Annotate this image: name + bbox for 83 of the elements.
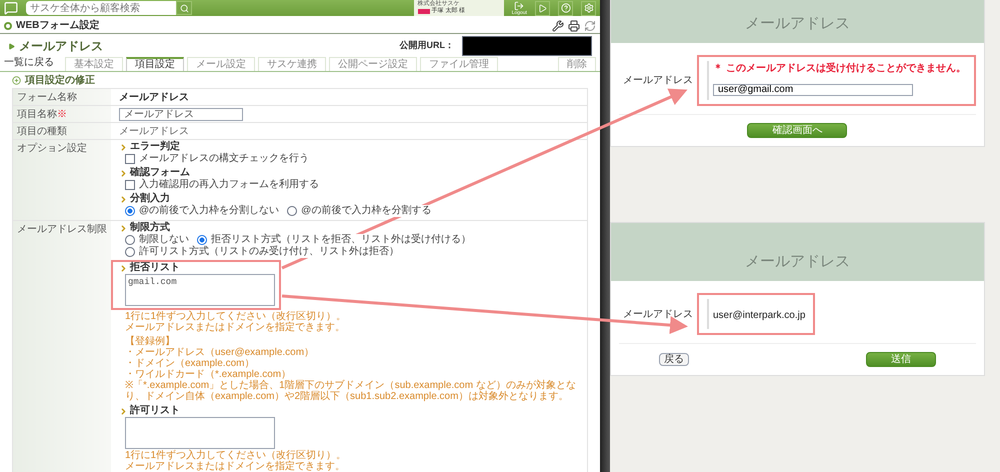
tab[interactable]: ファイル管理 [420, 57, 498, 71]
example-text: ・メールアドレス（user@example.com） [125, 347, 316, 358]
chevron-icon [119, 406, 128, 416]
role-badge [418, 9, 430, 14]
chat-icon[interactable] [4, 1, 18, 15]
chevron-icon [119, 142, 128, 152]
search-icon [180, 4, 188, 12]
settings-icon [584, 3, 594, 13]
group-title: 拒否リスト [130, 262, 180, 274]
example-heading: 【登録例】 [125, 336, 176, 347]
checkbox[interactable] [125, 180, 135, 190]
back-link[interactable]: 一覧に戻る [4, 55, 54, 71]
required-mark: ※ [57, 109, 67, 120]
tools-icon[interactable] [552, 20, 564, 32]
tab[interactable]: メール設定 [187, 57, 255, 71]
search-field[interactable]: サスケ全体から顧客検索 [26, 1, 176, 15]
option-label: @の前後で入力枠を分割しない [139, 205, 280, 217]
tab[interactable]: 項目設定 [126, 57, 184, 71]
email-value: user@interpark.co.jp [713, 310, 806, 321]
radio-button[interactable] [125, 235, 135, 245]
error-message: ＊ このメールアドレスは受け付けることができません。 [713, 62, 966, 76]
form-header-title: メールアドレス [744, 252, 850, 272]
url-label: 公開用URL： [400, 39, 454, 52]
option-label: 拒否リスト方式（リストを拒否、リスト外は受け付ける） [211, 234, 471, 246]
form-button[interactable]: 戻る [659, 353, 689, 366]
checkbox[interactable] [125, 154, 135, 164]
row-label: メールアドレス制限 [17, 224, 107, 235]
row-label: フォーム名称 [17, 92, 77, 103]
logout-icon [514, 0, 524, 10]
option-label: @の前後で入力枠を分割する [301, 205, 432, 217]
radio-button[interactable] [125, 206, 135, 216]
option-label: 許可リスト方式（リストのみ受け付け、リスト外は拒否） [139, 246, 399, 258]
email-input[interactable]: user@gmail.com [713, 84, 913, 96]
value-text: メールアドレス [119, 126, 189, 137]
tab[interactable]: 公開ページ設定 [329, 57, 417, 71]
note-text: 1行に1件ずつ入力してください（改行区切り）。 [125, 450, 348, 461]
refresh-icon[interactable] [584, 20, 596, 32]
chevron-icon [119, 264, 128, 272]
radio-button[interactable] [125, 247, 135, 257]
page-title: WEBフォーム設定 [16, 18, 100, 33]
section-title: 項目設定の修正 [25, 73, 95, 88]
example-text: ・ワイルドカード（*.example.com） [125, 369, 292, 380]
field-label: メールアドレス [622, 74, 694, 88]
bullet-icon [4, 22, 12, 30]
tab[interactable]: 基本設定 [65, 57, 123, 71]
print-icon[interactable] [568, 20, 580, 32]
example-text: ※「*.example.com」とした場合、1階層下のサブドメイン（sub.example.com など）のみが対象となり、ドメイン自体（example.com）や2階層以下（sub1.sub2.example.com）は対象外となります。 [125, 380, 577, 402]
field-label: メールアドレス [622, 308, 694, 322]
note-text: 1行に1件ずつ入力してください（改行区切り）。 [125, 311, 348, 322]
name-input[interactable]: メールアドレス [119, 108, 243, 120]
group-title: 制限方式 [130, 222, 170, 234]
option-label: メールアドレスの構文チェックを行う [139, 153, 309, 165]
option-label: 制限しない [139, 234, 189, 246]
value-text: メールアドレス [119, 92, 189, 103]
row-label: オプション設定 [17, 143, 87, 154]
note-text: メールアドレスまたはドメインを指定できます。 [125, 322, 346, 333]
delete-button[interactable]: 削除 [558, 57, 596, 71]
list-textarea[interactable]: gmail.com [125, 274, 275, 306]
option-label: 入力確認用の再入力フォームを利用する [139, 179, 319, 191]
form-header-title: メールアドレス [744, 14, 850, 34]
example-text: ・ドメイン（example.com） [125, 358, 256, 369]
row-label: 項目名称 [17, 109, 57, 120]
tab[interactable]: サスケ連携 [258, 57, 326, 71]
plus-circle-icon [12, 76, 21, 85]
row-label: 項目の種類 [17, 126, 67, 137]
chevron-icon [119, 194, 128, 204]
chevron-icon [119, 224, 128, 232]
search-button[interactable] [176, 1, 192, 15]
list-textarea[interactable] [125, 417, 275, 449]
form-title: メールアドレス [19, 38, 103, 55]
group-title: 分割入力 [130, 193, 170, 205]
help-icon [560, 3, 570, 13]
group-title: エラー判定 [130, 141, 180, 153]
group-title: 確認フォーム [130, 167, 190, 178]
radio-button[interactable] [197, 235, 207, 245]
group-title: 許可リスト [130, 405, 180, 417]
note-text: メールアドレスまたはドメインを指定できます。 [125, 461, 346, 472]
radio-button[interactable] [287, 206, 298, 216]
play-icon [538, 4, 547, 12]
chevron-icon [119, 168, 128, 178]
form-button[interactable]: 送信 [866, 352, 936, 367]
triangle-icon [8, 42, 15, 50]
form-button[interactable]: 確認画面へ [747, 123, 848, 138]
